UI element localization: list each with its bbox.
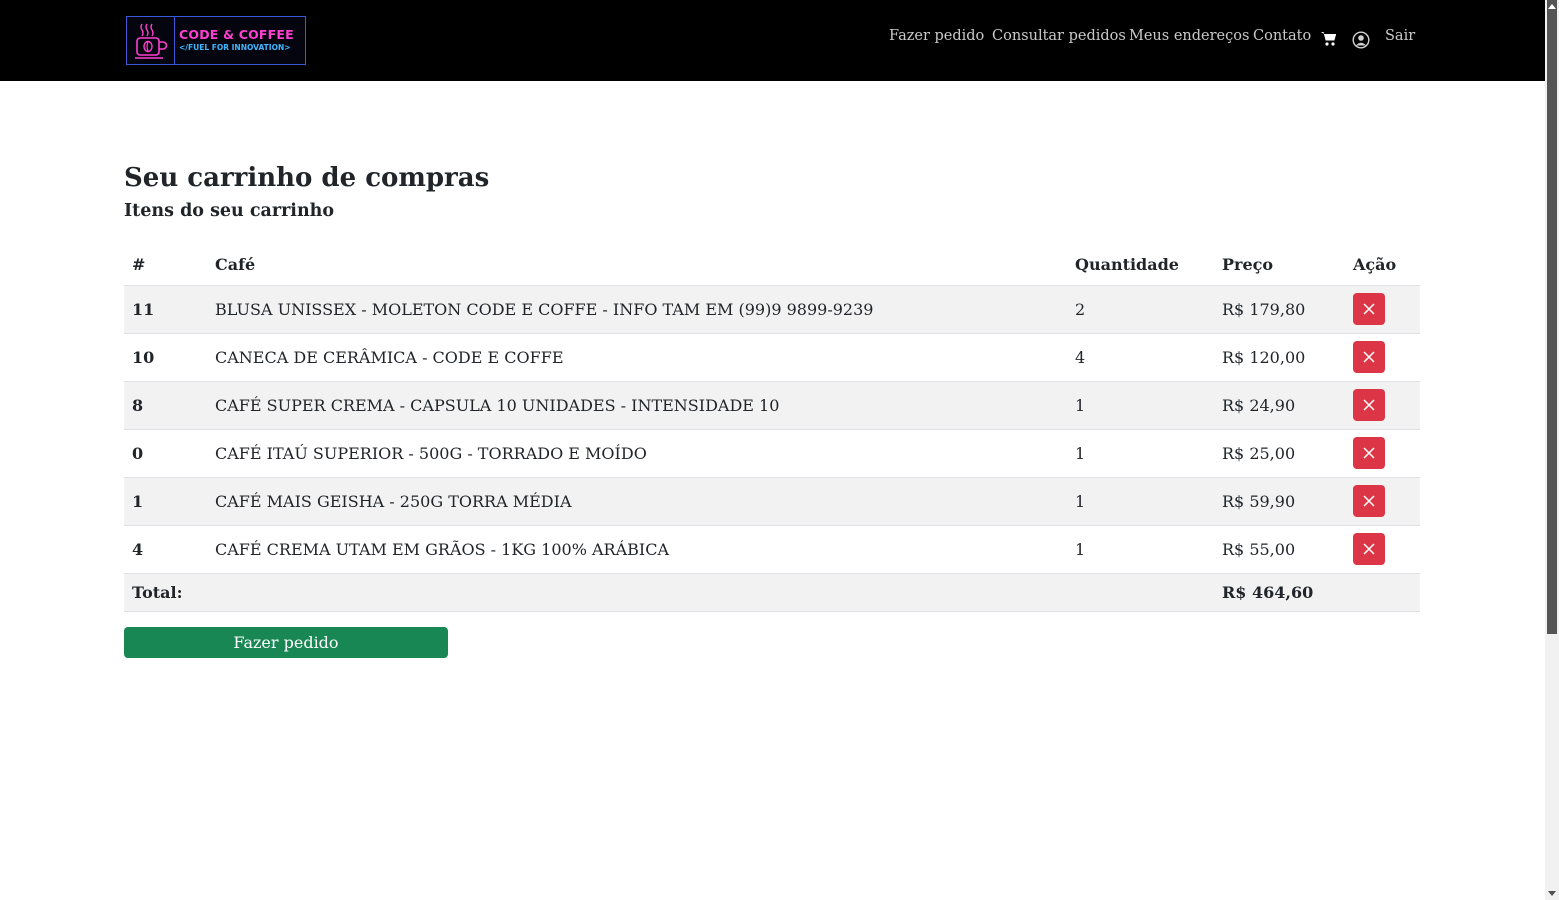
header-quantity: Quantidade (1067, 245, 1214, 286)
remove-item-button[interactable] (1353, 533, 1385, 565)
header-action: Ação (1345, 245, 1420, 286)
item-product: CAFÉ ITAÚ SUPERIOR - 500G - TORRADO E MO… (207, 429, 1067, 478)
item-product: BLUSA UNISSEX - MOLETON CODE E COFFE - I… (207, 285, 1067, 334)
item-id: 10 (124, 333, 207, 382)
item-price: R$ 120,00 (1214, 333, 1345, 382)
remove-item-button[interactable] (1353, 437, 1385, 469)
logout-link[interactable]: Sair (1385, 28, 1415, 44)
item-action (1345, 525, 1420, 574)
total-value: R$ 464,60 (1214, 573, 1420, 612)
item-quantity: 1 (1067, 429, 1214, 478)
page-subtitle: Itens do seu carrinho (124, 201, 335, 221)
close-icon (1363, 543, 1375, 555)
remove-item-button[interactable] (1353, 389, 1385, 421)
item-price: R$ 59,90 (1214, 477, 1345, 526)
brand-tagline: </FUEL FOR INNOVATION> (179, 43, 291, 52)
close-icon (1363, 399, 1375, 411)
total-label: Total: (124, 573, 1214, 612)
item-quantity: 4 (1067, 333, 1214, 382)
coffee-cup-icon (127, 17, 175, 64)
item-quantity: 1 (1067, 477, 1214, 526)
nav-link-meus-enderecos[interactable]: Meus endereços (1129, 28, 1249, 44)
item-id: 1 (124, 477, 207, 526)
nav-link-fazer-pedido[interactable]: Fazer pedido (889, 28, 984, 44)
close-icon (1363, 351, 1375, 363)
page-title: Seu carrinho de compras (124, 163, 490, 193)
item-id: 0 (124, 429, 207, 478)
nav-link-consultar-pedidos[interactable]: Consultar pedidos (992, 28, 1126, 44)
item-action (1345, 285, 1420, 334)
close-icon (1363, 495, 1375, 507)
remove-item-button[interactable] (1353, 341, 1385, 373)
item-action (1345, 477, 1420, 526)
table-row: 8 CAFÉ SUPER CREMA - CAPSULA 10 UNIDADES… (124, 381, 1420, 430)
close-icon (1363, 303, 1375, 315)
item-action (1345, 381, 1420, 430)
table-header-row: # Café Quantidade Preço Ação (124, 245, 1420, 286)
remove-item-button[interactable] (1353, 485, 1385, 517)
scrollbar-thumb[interactable] (1547, 0, 1557, 634)
header-product: Café (207, 245, 1067, 286)
page-scrollbar[interactable] (1545, 0, 1559, 900)
table-row: 4 CAFÉ CREMA UTAM EM GRÃOS - 1KG 100% AR… (124, 525, 1420, 574)
brand-logo[interactable]: CODE & COFFEE </FUEL FOR INNOVATION> (126, 16, 306, 65)
item-product: CAFÉ CREMA UTAM EM GRÃOS - 1KG 100% ARÁB… (207, 525, 1067, 574)
item-price: R$ 55,00 (1214, 525, 1345, 574)
item-quantity: 2 (1067, 285, 1214, 334)
navbar: CODE & COFFEE </FUEL FOR INNOVATION> Faz… (0, 0, 1545, 81)
remove-item-button[interactable] (1353, 293, 1385, 325)
user-circle-icon[interactable] (1352, 31, 1370, 53)
scroll-up-arrow-icon[interactable] (1548, 4, 1556, 9)
table-row: 10 CANECA DE CERÂMICA - CODE E COFFE 4 R… (124, 333, 1420, 382)
total-row: Total: R$ 464,60 (124, 573, 1420, 612)
item-id: 11 (124, 285, 207, 334)
item-product: CAFÉ MAIS GEISHA - 250G TORRA MÉDIA (207, 477, 1067, 526)
item-action (1345, 333, 1420, 382)
table-row: 0 CAFÉ ITAÚ SUPERIOR - 500G - TORRADO E … (124, 429, 1420, 478)
cart-icon[interactable] (1321, 30, 1337, 51)
cart-table: # Café Quantidade Preço Ação 11 BLUSA UN… (124, 245, 1420, 612)
item-quantity: 1 (1067, 525, 1214, 574)
brand-wordmark: CODE & COFFEE </FUEL FOR INNOVATION> (175, 17, 305, 64)
item-id: 4 (124, 525, 207, 574)
item-quantity: 1 (1067, 381, 1214, 430)
item-price: R$ 179,80 (1214, 285, 1345, 334)
nav-link-contato[interactable]: Contato (1253, 28, 1311, 44)
item-product: CAFÉ SUPER CREMA - CAPSULA 10 UNIDADES -… (207, 381, 1067, 430)
item-price: R$ 24,90 (1214, 381, 1345, 430)
scroll-down-arrow-icon[interactable] (1548, 891, 1556, 896)
item-product: CANECA DE CERÂMICA - CODE E COFFE (207, 333, 1067, 382)
table-row: 11 BLUSA UNISSEX - MOLETON CODE E COFFE … (124, 285, 1420, 334)
item-id: 8 (124, 381, 207, 430)
item-price: R$ 25,00 (1214, 429, 1345, 478)
header-price: Preço (1214, 245, 1345, 286)
table-row: 1 CAFÉ MAIS GEISHA - 250G TORRA MÉDIA 1 … (124, 477, 1420, 526)
brand-title: CODE & COFFEE (179, 27, 294, 42)
close-icon (1363, 447, 1375, 459)
place-order-button[interactable]: Fazer pedido (124, 627, 448, 658)
header-id: # (124, 245, 207, 286)
item-action (1345, 429, 1420, 478)
